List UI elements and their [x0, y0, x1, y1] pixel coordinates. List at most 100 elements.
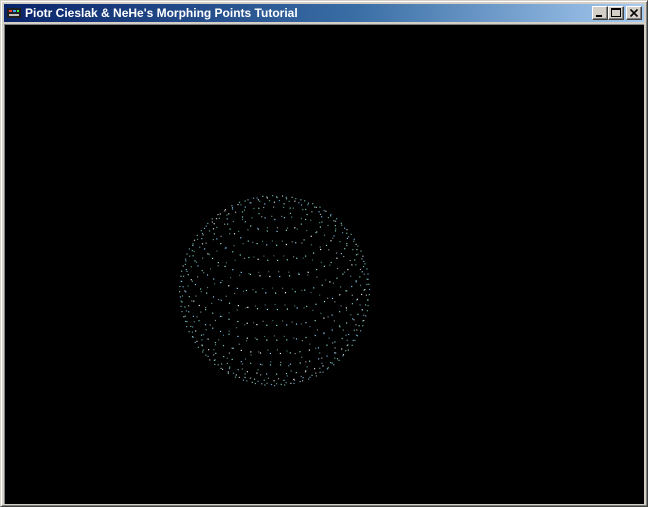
sphere-point: [218, 339, 220, 341]
sphere-point: [234, 292, 236, 295]
sphere-point: [221, 279, 223, 282]
sphere-point: [292, 207, 294, 209]
sphere-point: [185, 269, 187, 271]
sphere-point: [257, 227, 259, 229]
sphere-point: [237, 369, 239, 371]
sphere-point: [335, 228, 337, 230]
sphere-point: [192, 255, 194, 257]
sphere-point: [197, 276, 199, 278]
sphere-point: [238, 230, 240, 232]
sphere-point: [286, 339, 288, 341]
sphere-point: [247, 229, 249, 231]
sphere-point: [222, 368, 224, 370]
sphere-point: [276, 227, 279, 229]
sphere-point: [343, 271, 346, 273]
sphere-point: [274, 385, 276, 387]
sphere-point: [224, 247, 226, 249]
maximize-button[interactable]: [608, 6, 624, 20]
sphere-point: [286, 375, 288, 377]
sphere-point: [226, 214, 228, 216]
sphere-point: [234, 211, 237, 213]
sphere-point: [333, 364, 335, 366]
sphere-point: [203, 227, 206, 229]
sphere-point: [269, 275, 271, 278]
sphere-point: [256, 243, 258, 245]
sphere-point: [280, 383, 282, 385]
sphere-point: [288, 271, 290, 273]
sphere-point: [361, 258, 363, 260]
sphere-point: [316, 269, 318, 271]
sphere-point: [201, 243, 204, 245]
sphere-point: [279, 352, 281, 355]
sphere-point: [264, 217, 266, 219]
sphere-point: [307, 271, 309, 273]
sphere-point: [365, 315, 367, 317]
opengl-viewport[interactable]: [4, 24, 644, 504]
sphere-point: [274, 218, 276, 221]
sphere-point: [302, 380, 304, 382]
sphere-point: [268, 200, 271, 202]
sphere-point: [264, 384, 266, 386]
sphere-point: [254, 305, 257, 307]
sphere-point: [179, 291, 181, 293]
sphere-point: [297, 272, 300, 274]
sphere-point: [258, 271, 260, 273]
sphere-point: [343, 255, 345, 258]
sphere-point: [360, 330, 362, 332]
sphere-point: [267, 377, 269, 379]
sphere-point: [212, 228, 215, 230]
sphere-point: [331, 362, 333, 364]
title-bar[interactable]: Piotr Cieslak & NeHe's Morphing Points T…: [4, 4, 644, 22]
sphere-point: [336, 267, 339, 270]
sphere-point: [368, 283, 370, 285]
sphere-point: [347, 269, 349, 271]
sphere-point: [353, 329, 355, 331]
sphere-point: [284, 304, 286, 306]
sphere-point: [300, 375, 302, 378]
sphere-point: [342, 232, 344, 234]
sphere-point: [328, 249, 330, 251]
sphere-point: [295, 372, 297, 374]
sphere-point: [317, 347, 319, 349]
sphere-point: [188, 296, 190, 298]
sphere-point: [214, 363, 216, 365]
sphere-point: [345, 309, 348, 311]
sphere-point: [340, 286, 342, 288]
sphere-point: [359, 284, 362, 286]
sphere-point: [208, 230, 211, 232]
sphere-point: [231, 358, 233, 360]
sphere-point: [225, 262, 227, 264]
sphere-point: [326, 355, 328, 357]
sphere-point: [242, 379, 245, 381]
sphere-point: [250, 354, 252, 356]
close-button[interactable]: [626, 6, 642, 20]
sphere-point: [359, 304, 361, 306]
sphere-point: [217, 265, 219, 267]
sphere-point: [212, 296, 215, 298]
sphere-point: [243, 257, 246, 259]
sphere-point: [271, 240, 273, 242]
sphere-point: [184, 320, 187, 322]
sphere-point: [293, 337, 295, 339]
sphere-point: [214, 359, 216, 361]
sphere-point: [310, 244, 312, 246]
sphere-point: [314, 320, 316, 322]
sphere-point: [278, 271, 280, 273]
sphere-point: [251, 381, 253, 383]
sphere-point: [237, 305, 239, 307]
sphere-point: [339, 241, 341, 243]
minimize-button[interactable]: [592, 6, 608, 20]
app-icon[interactable]: [6, 6, 22, 20]
sphere-point: [363, 266, 365, 268]
sphere-point: [307, 202, 310, 204]
sphere-point: [351, 264, 353, 266]
sphere-point: [239, 254, 241, 256]
sphere-point: [315, 206, 317, 208]
sphere-point: [365, 294, 367, 296]
sphere-point: [319, 213, 322, 215]
sphere-point: [219, 213, 221, 215]
sphere-point: [335, 352, 337, 354]
sphere-point: [290, 370, 292, 372]
sphere-point: [333, 235, 335, 237]
sphere-point: [189, 255, 191, 257]
